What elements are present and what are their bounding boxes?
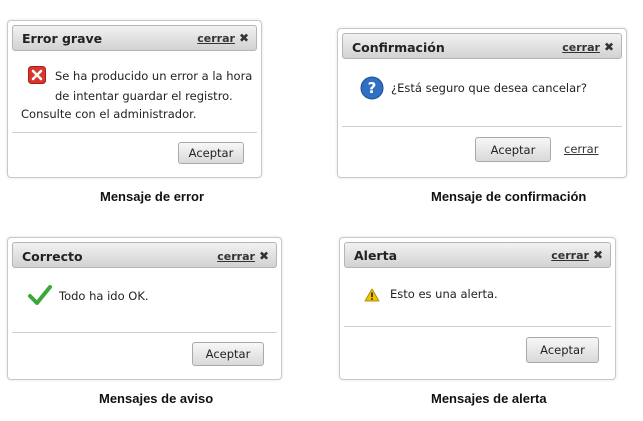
- success-caption: Mensajes de aviso: [99, 391, 214, 406]
- close-icon: ✖: [258, 249, 269, 263]
- alert-dialog-title: Alerta: [354, 248, 398, 263]
- alert-message: Esto es una alerta.: [390, 287, 498, 301]
- checkmark-icon: [28, 284, 52, 310]
- error-accept-button[interactable]: Aceptar: [178, 142, 244, 164]
- confirmation-cancel-link[interactable]: cerrar: [564, 142, 598, 156]
- close-icon: ✖: [238, 31, 249, 45]
- error-dialog-titlebar: Error grave cerrar ✖: [12, 25, 257, 51]
- confirmation-message: ¿Está seguro que desea cancelar?: [391, 81, 587, 95]
- success-dialog: Correcto cerrar ✖ Todo ha ido OK. Aceptar: [7, 237, 282, 380]
- error-message-line1: Se ha producido un error a la hora: [55, 69, 253, 83]
- close-label: cerrar: [562, 41, 600, 54]
- error-icon: [28, 66, 46, 88]
- close-label: cerrar: [197, 32, 235, 45]
- confirmation-dialog-divider: [342, 126, 622, 127]
- alert-dialog-close-button[interactable]: cerrar ✖: [551, 248, 603, 262]
- question-icon: ?: [360, 76, 384, 104]
- error-message-line2: de intentar guardar el registro.: [55, 89, 233, 103]
- alert-accept-button[interactable]: Aceptar: [526, 337, 599, 363]
- success-dialog-close-button[interactable]: cerrar ✖: [217, 249, 269, 263]
- confirmation-caption: Mensaje de confirmación: [431, 189, 587, 204]
- error-dialog-close-button[interactable]: cerrar ✖: [197, 31, 249, 45]
- close-icon: ✖: [592, 248, 603, 262]
- alert-dialog: Alerta cerrar ✖ Esto es una alerta. Acept…: [339, 237, 616, 380]
- svg-text:?: ?: [368, 79, 377, 97]
- error-dialog-title: Error grave: [22, 31, 103, 46]
- alert-dialog-titlebar: Alerta cerrar ✖: [344, 242, 611, 268]
- alert-dialog-divider: [344, 326, 611, 327]
- error-dialog-divider: [12, 132, 257, 133]
- success-dialog-title: Correcto: [22, 249, 83, 264]
- confirmation-dialog: Confirmación cerrar ✖ ? ¿Está seguro que …: [337, 28, 627, 178]
- success-accept-button[interactable]: Aceptar: [192, 342, 264, 366]
- alert-caption: Mensajes de alerta: [431, 391, 547, 406]
- error-caption: Mensaje de error: [100, 189, 205, 204]
- close-label: cerrar: [551, 249, 589, 262]
- confirmation-accept-button[interactable]: Aceptar: [475, 137, 551, 162]
- confirmation-dialog-close-button[interactable]: cerrar ✖: [562, 40, 614, 54]
- success-dialog-titlebar: Correcto cerrar ✖: [12, 242, 277, 268]
- confirmation-dialog-titlebar: Confirmación cerrar ✖: [342, 33, 622, 59]
- close-icon: ✖: [603, 40, 614, 54]
- error-message-line3: Consulte con el administrador.: [21, 107, 197, 121]
- success-dialog-divider: [12, 332, 277, 333]
- confirmation-dialog-title: Confirmación: [352, 40, 445, 55]
- success-message: Todo ha ido OK.: [59, 289, 149, 303]
- warning-icon: [364, 287, 380, 306]
- error-dialog: Error grave cerrar ✖ Se ha producido un e…: [7, 20, 262, 178]
- close-label: cerrar: [217, 250, 255, 263]
